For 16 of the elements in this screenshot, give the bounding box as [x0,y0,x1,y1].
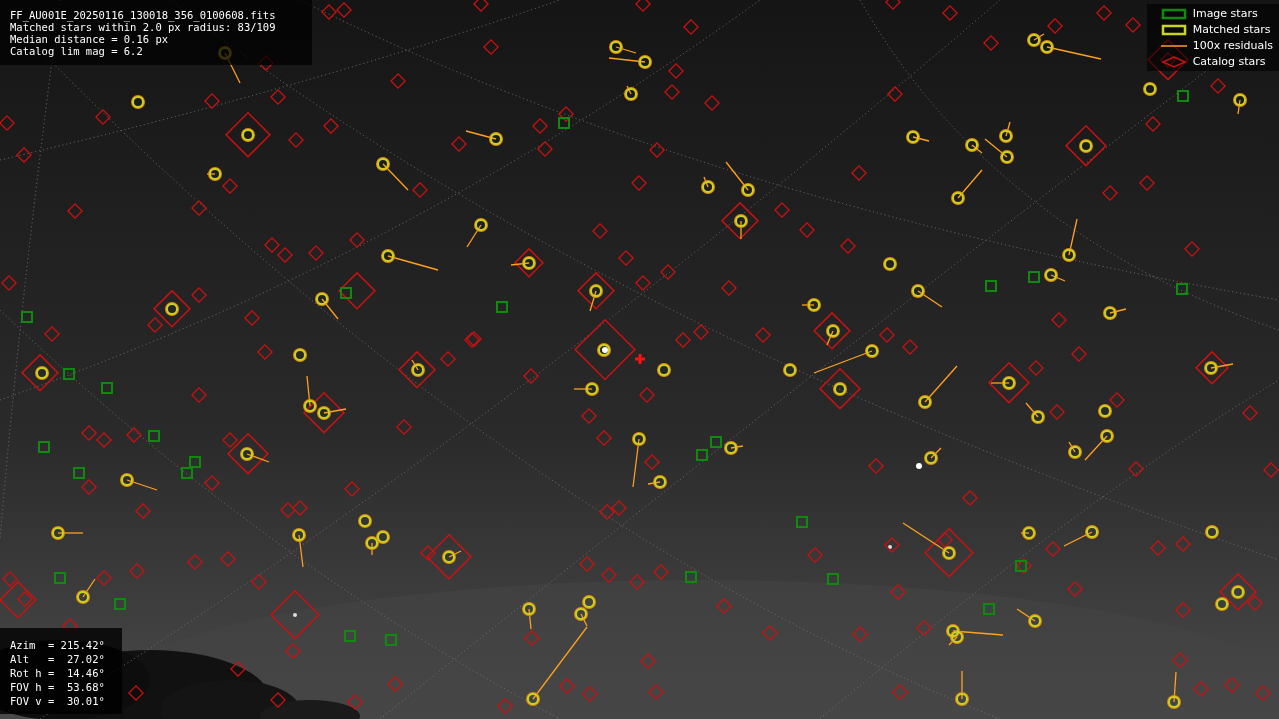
square-swatch-icon [1160,23,1187,36]
legend-label: Matched stars [1192,23,1271,36]
legend-label: Image stars [1192,7,1258,20]
square-swatch-icon [1160,7,1187,20]
info-text: FF_AU001E_20250116_130018_356_0100608.fits [10,9,276,21]
pointing-text: Azim = 215.42° [10,638,105,652]
pointing-text: Rot h = 14.46° [10,666,105,680]
pointing-text: Alt = 27.02° [10,652,105,666]
diamond-swatch-icon [1160,55,1187,68]
legend-label: Catalog stars [1192,55,1266,68]
info-text: Catalog lim mag = 6.2 [10,45,143,57]
legend-label: 100x residuals [1192,39,1273,52]
info-text: Matched stars within 2.0 px radius: 83/109 [10,21,276,33]
pointing-text: FOV h = 53.68° [10,680,105,694]
info-text: Median distance = 0.16 px [10,33,169,45]
pointing-text: FOV v = 30.01° [10,694,105,708]
